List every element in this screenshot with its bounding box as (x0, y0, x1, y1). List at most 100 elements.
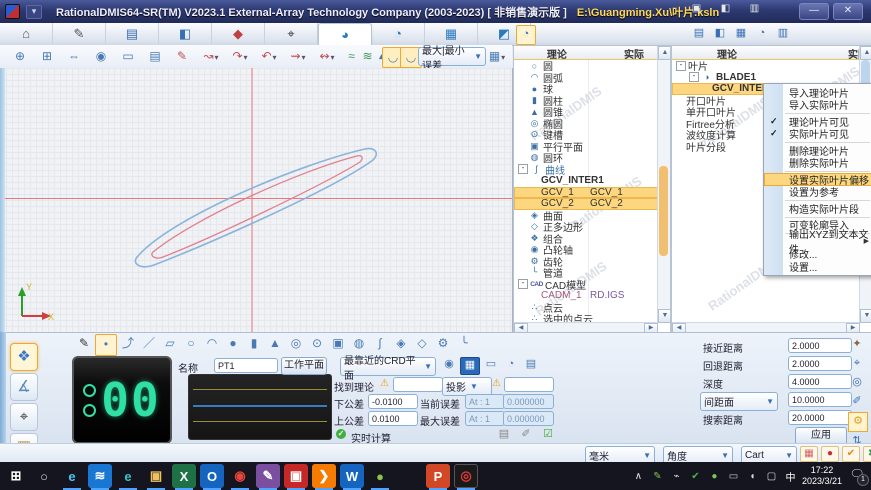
window-layout-icon-3[interactable]: ▥ (748, 3, 761, 14)
excel-icon[interactable]: X (172, 464, 196, 488)
clock[interactable]: 17:22 2023/3/21 (802, 465, 842, 487)
tree-item-group[interactable]: ❖ 组合 (514, 233, 658, 245)
tab-graphics[interactable]: ◆ (212, 23, 265, 44)
feature-sphere-icon[interactable]: ● (223, 334, 243, 354)
app-blue-icon[interactable]: ≋ (88, 464, 112, 488)
blade-profile-theory[interactable] (135, 149, 376, 267)
tab-probe[interactable]: ⌖ (265, 23, 318, 44)
tree-item-cone[interactable]: ▲ 圆锥 (514, 106, 658, 118)
expander-icon[interactable] (531, 200, 539, 208)
tool-probe2-icon[interactable]: ✐ (848, 393, 866, 411)
curve-edit-icon[interactable]: ✎ (172, 47, 192, 66)
tab-view[interactable]: ◧ (159, 23, 212, 44)
search-distance-input[interactable] (788, 410, 852, 425)
profile-wave-icon[interactable]: ≈ (344, 47, 359, 66)
tree-item-camshaft[interactable]: ◉ 凸轮轴 (514, 244, 658, 256)
scroll-up-arrow[interactable]: ▲ (658, 46, 671, 60)
search-icon[interactable]: ○ (32, 464, 56, 488)
feature-cone-icon[interactable]: ▲ (265, 334, 285, 354)
table-mode-icon[interactable]: ▤ (522, 357, 540, 373)
theory-column-header[interactable]: 理论 (514, 46, 600, 61)
rationaldmis-icon[interactable]: ◎ (454, 464, 478, 488)
expander-icon[interactable] (518, 131, 526, 139)
select-box-icon[interactable]: ▭ (118, 47, 138, 66)
minimize-button[interactable]: — (799, 3, 829, 20)
measure-mode-icon[interactable]: ◉ (440, 357, 458, 373)
blade-fit-icon[interactable]: ↷ (230, 47, 250, 66)
expander-icon[interactable] (518, 62, 526, 70)
tray-usb-icon[interactable]: ⌁ (670, 471, 683, 482)
tree-item-surface[interactable]: ◈ 曲面 (514, 210, 658, 222)
arc-mode-icon[interactable]: ◔ (502, 357, 520, 373)
menu-import-actual-blade[interactable]: ✓ 导入实际叶片 ▶ (764, 99, 871, 112)
feature-cylinder-icon[interactable]: ▮ (244, 334, 264, 354)
blade-report-icon[interactable]: ↭ (317, 47, 337, 66)
tree-item-ellipse[interactable]: ◎ 椭圆 (514, 118, 658, 130)
expander-icon[interactable]: - (518, 279, 528, 289)
tab-program[interactable]: ✎ (53, 23, 106, 44)
vertical-scrollbar[interactable]: ▲ ▼ (657, 46, 670, 323)
expander-icon[interactable] (518, 108, 526, 116)
label-box-icon[interactable]: ▤ (145, 47, 165, 66)
tree-item-gcv-1[interactable]: GCV_1 GCV_1 (514, 187, 658, 199)
scroll-up-arrow[interactable]: ▲ (860, 46, 871, 60)
tab-blade[interactable]: ◕ (318, 23, 372, 45)
expander-icon[interactable] (531, 188, 539, 196)
status-ball-icon[interactable]: ● (821, 446, 839, 462)
tree-item-gcv-inter1[interactable]: GCV_INTER1 (514, 175, 658, 187)
feature-circle-icon[interactable]: ○ (181, 334, 201, 354)
expander-icon[interactable] (518, 269, 526, 277)
expander-icon[interactable] (518, 119, 526, 127)
graph-mode-icon[interactable]: ▦ (460, 357, 480, 375)
tray-network-icon[interactable]: ▢ (765, 471, 778, 482)
panel-tool-icon-1[interactable]: ▤ (690, 25, 708, 43)
feature-slot-icon[interactable]: ⊙ (307, 334, 327, 354)
expander-icon[interactable] (676, 131, 684, 139)
tray-camera-icon[interactable]: ▭ (727, 471, 740, 482)
tray-antivirus-icon[interactable]: ✔ (689, 471, 702, 482)
explorer-icon[interactable]: ▣ (144, 464, 168, 488)
expander-icon[interactable] (518, 234, 526, 242)
window-mode-icon[interactable]: ▭ (482, 357, 500, 373)
powerpoint-icon[interactable]: P (426, 464, 450, 488)
tray-volume-icon[interactable]: ◖ (746, 471, 759, 482)
edge-icon[interactable]: e (116, 464, 140, 488)
expander-icon[interactable] (518, 223, 526, 231)
status-probe-icon[interactable]: ▦ (800, 446, 818, 462)
panel-tool-icon-5[interactable]: ▥ (774, 25, 792, 43)
probe-small-icon[interactable]: ✐ (517, 427, 535, 443)
outlook-icon[interactable]: O (200, 464, 224, 488)
expander-icon[interactable]: - (689, 72, 699, 82)
feature-align-icon[interactable]: ⤴ (118, 334, 138, 354)
paint-icon[interactable]: ✎ (256, 464, 280, 488)
view-eye-icon[interactable]: ◉ (91, 47, 111, 66)
tray-wechat-icon[interactable]: ● (708, 471, 721, 482)
tree-item-cad-model[interactable]: - CAD CAD模型 (514, 279, 658, 291)
feature-arc-icon[interactable]: ◠ (202, 334, 222, 354)
tab-report[interactable]: ▤ (106, 23, 159, 44)
window-layout-icon-1[interactable]: ▣ (690, 3, 703, 14)
panel-tool-icon-4[interactable]: ◔ (753, 25, 771, 43)
expander-icon[interactable] (531, 292, 539, 300)
foxit-icon[interactable]: ❯ (312, 464, 336, 488)
scroll-down-arrow[interactable]: ▼ (860, 309, 871, 323)
notification-center-icon[interactable]: 🗨1 (847, 467, 867, 485)
report-icon[interactable]: ▤ (495, 427, 513, 443)
blade-eval-icon[interactable]: ↶ (259, 47, 279, 66)
feature-point-icon[interactable]: • (95, 334, 117, 356)
spacing-input[interactable] (788, 392, 852, 407)
menu-actual-blade-visible[interactable]: ✓ 实际叶片可见 ▶ (764, 128, 871, 141)
approach-distance-input[interactable] (788, 338, 852, 353)
tree-item-gear[interactable]: ⚙ 齿轮 (514, 256, 658, 268)
tray-expand-icon[interactable]: ∧ (632, 471, 645, 482)
tree-item-blade-root[interactable]: - 叶片 (672, 60, 860, 72)
tree-item-gcv-2[interactable]: GCV_2 GCV_2 (514, 198, 658, 210)
app-menu-caret-icon[interactable]: ▾ (26, 5, 42, 19)
tray-ime[interactable]: 中 (784, 469, 797, 484)
scroll-down-arrow[interactable]: ▼ (658, 309, 671, 323)
tool-magnifier-icon[interactable]: ◎ (848, 374, 866, 392)
blade-compare-icon[interactable]: ⇝ (288, 47, 308, 66)
pan-view-icon[interactable]: ⇔ (64, 47, 84, 66)
find-theory-input[interactable] (393, 377, 443, 392)
profile-wave2-icon[interactable]: ≋ (360, 47, 375, 66)
